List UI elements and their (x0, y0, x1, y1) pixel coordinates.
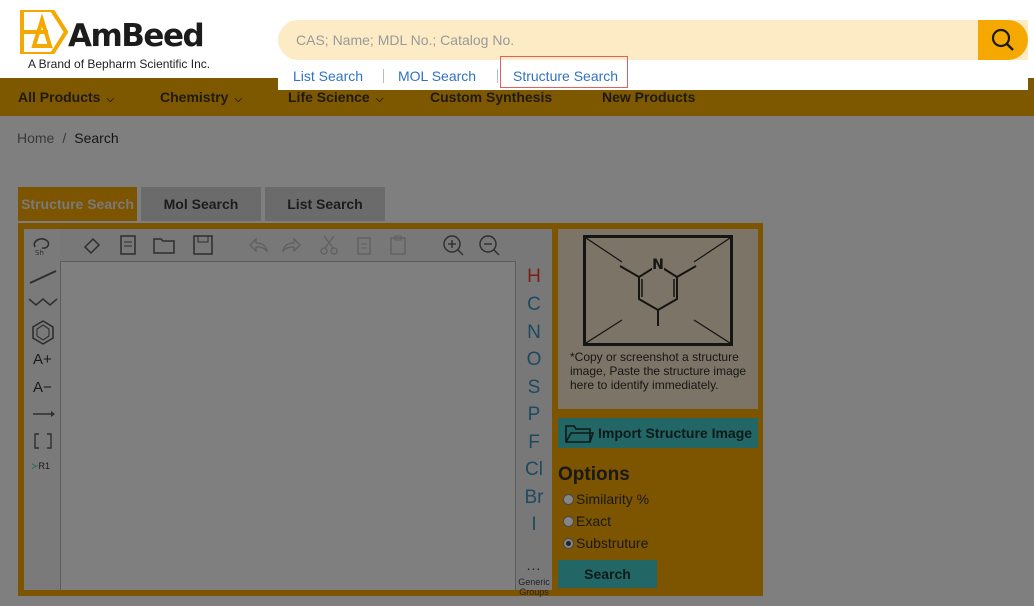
save-icon[interactable] (192, 234, 214, 256)
reaction-arrow-icon[interactable] (32, 409, 56, 419)
option-exact[interactable]: Exact (563, 513, 611, 529)
copy-icon[interactable] (354, 234, 374, 256)
new-document-icon[interactable] (118, 234, 138, 256)
chevron-down-icon: ⌵ (106, 94, 115, 105)
atom-cl[interactable]: Cl (516, 459, 552, 481)
charge-minus-tool[interactable]: A− (33, 379, 52, 396)
tab-list-search[interactable]: List Search (265, 187, 385, 221)
chevron-down-icon: ⌵ (234, 94, 243, 105)
paste-instructions: *Copy or screenshot a structure image, P… (570, 350, 747, 392)
header: AmBeed A Brand of Bepharm Scientific Inc… (0, 0, 1034, 90)
brand-tagline: A Brand of Bepharm Scientific Inc. (28, 57, 211, 71)
nav-custom-synthesis[interactable]: Custom Synthesis (430, 89, 552, 105)
rgroup-label: R1 (38, 461, 51, 471)
option-substructure[interactable]: Substruture (563, 535, 648, 551)
mode-divider (497, 69, 498, 83)
atom-n[interactable]: N (516, 322, 552, 344)
atom-f[interactable]: F (516, 432, 552, 454)
atom-h[interactable]: H (516, 266, 552, 288)
drawing-canvas[interactable] (60, 261, 516, 590)
generic-groups-button[interactable]: Generic Groups (516, 577, 552, 597)
eraser-icon[interactable] (82, 235, 102, 255)
search-submit-button[interactable] (978, 20, 1028, 60)
similarity-radio[interactable] (563, 494, 574, 505)
import-structure-image-label: Import Structure Image (598, 425, 753, 441)
nav-life-science-label: Life Science (288, 89, 370, 105)
more-atoms-button[interactable]: ... (516, 557, 552, 573)
folder-icon (565, 425, 594, 443)
chevron-down-icon: ⌵ (375, 94, 384, 105)
zoom-out-icon[interactable] (478, 234, 500, 256)
chain-icon[interactable] (28, 295, 58, 309)
rgroup-arrow-icon: ≻ (31, 461, 39, 471)
exact-radio[interactable] (563, 516, 574, 527)
lasso-select-icon[interactable]: Sh (30, 235, 54, 257)
paste-icon[interactable] (388, 234, 408, 256)
brackets-icon[interactable] (33, 433, 53, 449)
options-heading: Options (558, 464, 630, 485)
svg-text:Sh: Sh (35, 249, 44, 257)
atom-palette: H C N O S P F Cl Br I ... Generic Groups (516, 261, 552, 597)
breadcrumb-separator: / (62, 130, 67, 146)
breadcrumb-home[interactable]: Home (17, 130, 54, 146)
structure-search-link[interactable]: Structure Search (513, 68, 618, 84)
nitrogen-atom-label: N (652, 257, 664, 273)
breadcrumb: Home / Search (17, 130, 119, 146)
atom-br[interactable]: Br (516, 487, 552, 509)
nav-chemistry-label: Chemistry (160, 89, 229, 105)
atom-s[interactable]: S (516, 377, 552, 399)
open-folder-icon[interactable] (152, 235, 176, 255)
search-bar (278, 20, 1028, 60)
rgroup-tool[interactable]: ≻R1 (31, 461, 50, 472)
editor-left-toolbar: Sh A+ A− ≻R1 (24, 229, 60, 590)
nav-all-products-label: All Products (18, 89, 101, 105)
structure-search-panel: Sh A+ A− ≻R1 H C N O S P F Cl Br I ... G… (18, 223, 763, 597)
structure-editor: Sh A+ A− ≻R1 H C N O S P F Cl Br I ... G… (24, 229, 552, 597)
atom-o[interactable]: O (516, 349, 552, 371)
search-mode-links: List Search MOL Search Structure Search (278, 56, 1028, 90)
substructure-radio[interactable] (563, 538, 574, 549)
nav-new-products[interactable]: New Products (602, 89, 695, 105)
zoom-in-icon[interactable] (442, 234, 464, 256)
page-overlay: All Products ⌵ Chemistry ⌵ Life Science ⌵ C… (0, 78, 1034, 606)
structure-search-button[interactable]: Search (558, 560, 657, 588)
molecule-preview-icon: N (586, 238, 730, 343)
editor-top-toolbar (60, 229, 552, 261)
atom-i[interactable]: I (516, 514, 552, 536)
mode-divider (383, 69, 384, 83)
ambeed-logo[interactable]: AmBeed A Brand of Bepharm Scientific Inc… (18, 10, 233, 72)
option-substructure-label: Substruture (576, 535, 649, 551)
structure-image-preview[interactable]: N *Copy or screenshot a structure image,… (558, 229, 758, 409)
import-structure-image-button[interactable]: Import Structure Image (558, 418, 758, 448)
undo-icon[interactable] (246, 235, 270, 255)
atom-c[interactable]: C (516, 294, 552, 316)
charge-plus-tool[interactable]: A+ (33, 351, 52, 368)
list-search-link[interactable]: List Search (293, 68, 363, 84)
ambeed-logo-mark-icon (20, 10, 68, 54)
nav-life-science[interactable]: Life Science ⌵ (288, 89, 383, 105)
option-similarity-label: Similarity % (576, 491, 650, 507)
option-exact-label: Exact (576, 513, 612, 529)
tab-mol-search[interactable]: Mol Search (141, 187, 261, 221)
benzene-ring-icon[interactable] (31, 319, 55, 345)
tab-structure-search[interactable]: Structure Search (18, 187, 137, 221)
nav-all-products[interactable]: All Products ⌵ (18, 89, 114, 105)
breadcrumb-current: Search (74, 130, 119, 146)
mol-search-link[interactable]: MOL Search (398, 68, 476, 84)
atom-p[interactable]: P (516, 404, 552, 426)
structure-image-frame: N (583, 235, 733, 346)
brand-name: AmBeed (68, 18, 205, 54)
search-input[interactable] (296, 20, 956, 60)
option-similarity[interactable]: Similarity % (563, 491, 649, 507)
redo-icon[interactable] (280, 235, 304, 255)
single-bond-icon[interactable] (28, 267, 58, 287)
cut-icon[interactable] (318, 234, 340, 256)
nav-chemistry[interactable]: Chemistry ⌵ (160, 89, 242, 105)
magnifier-icon (991, 28, 1014, 51)
